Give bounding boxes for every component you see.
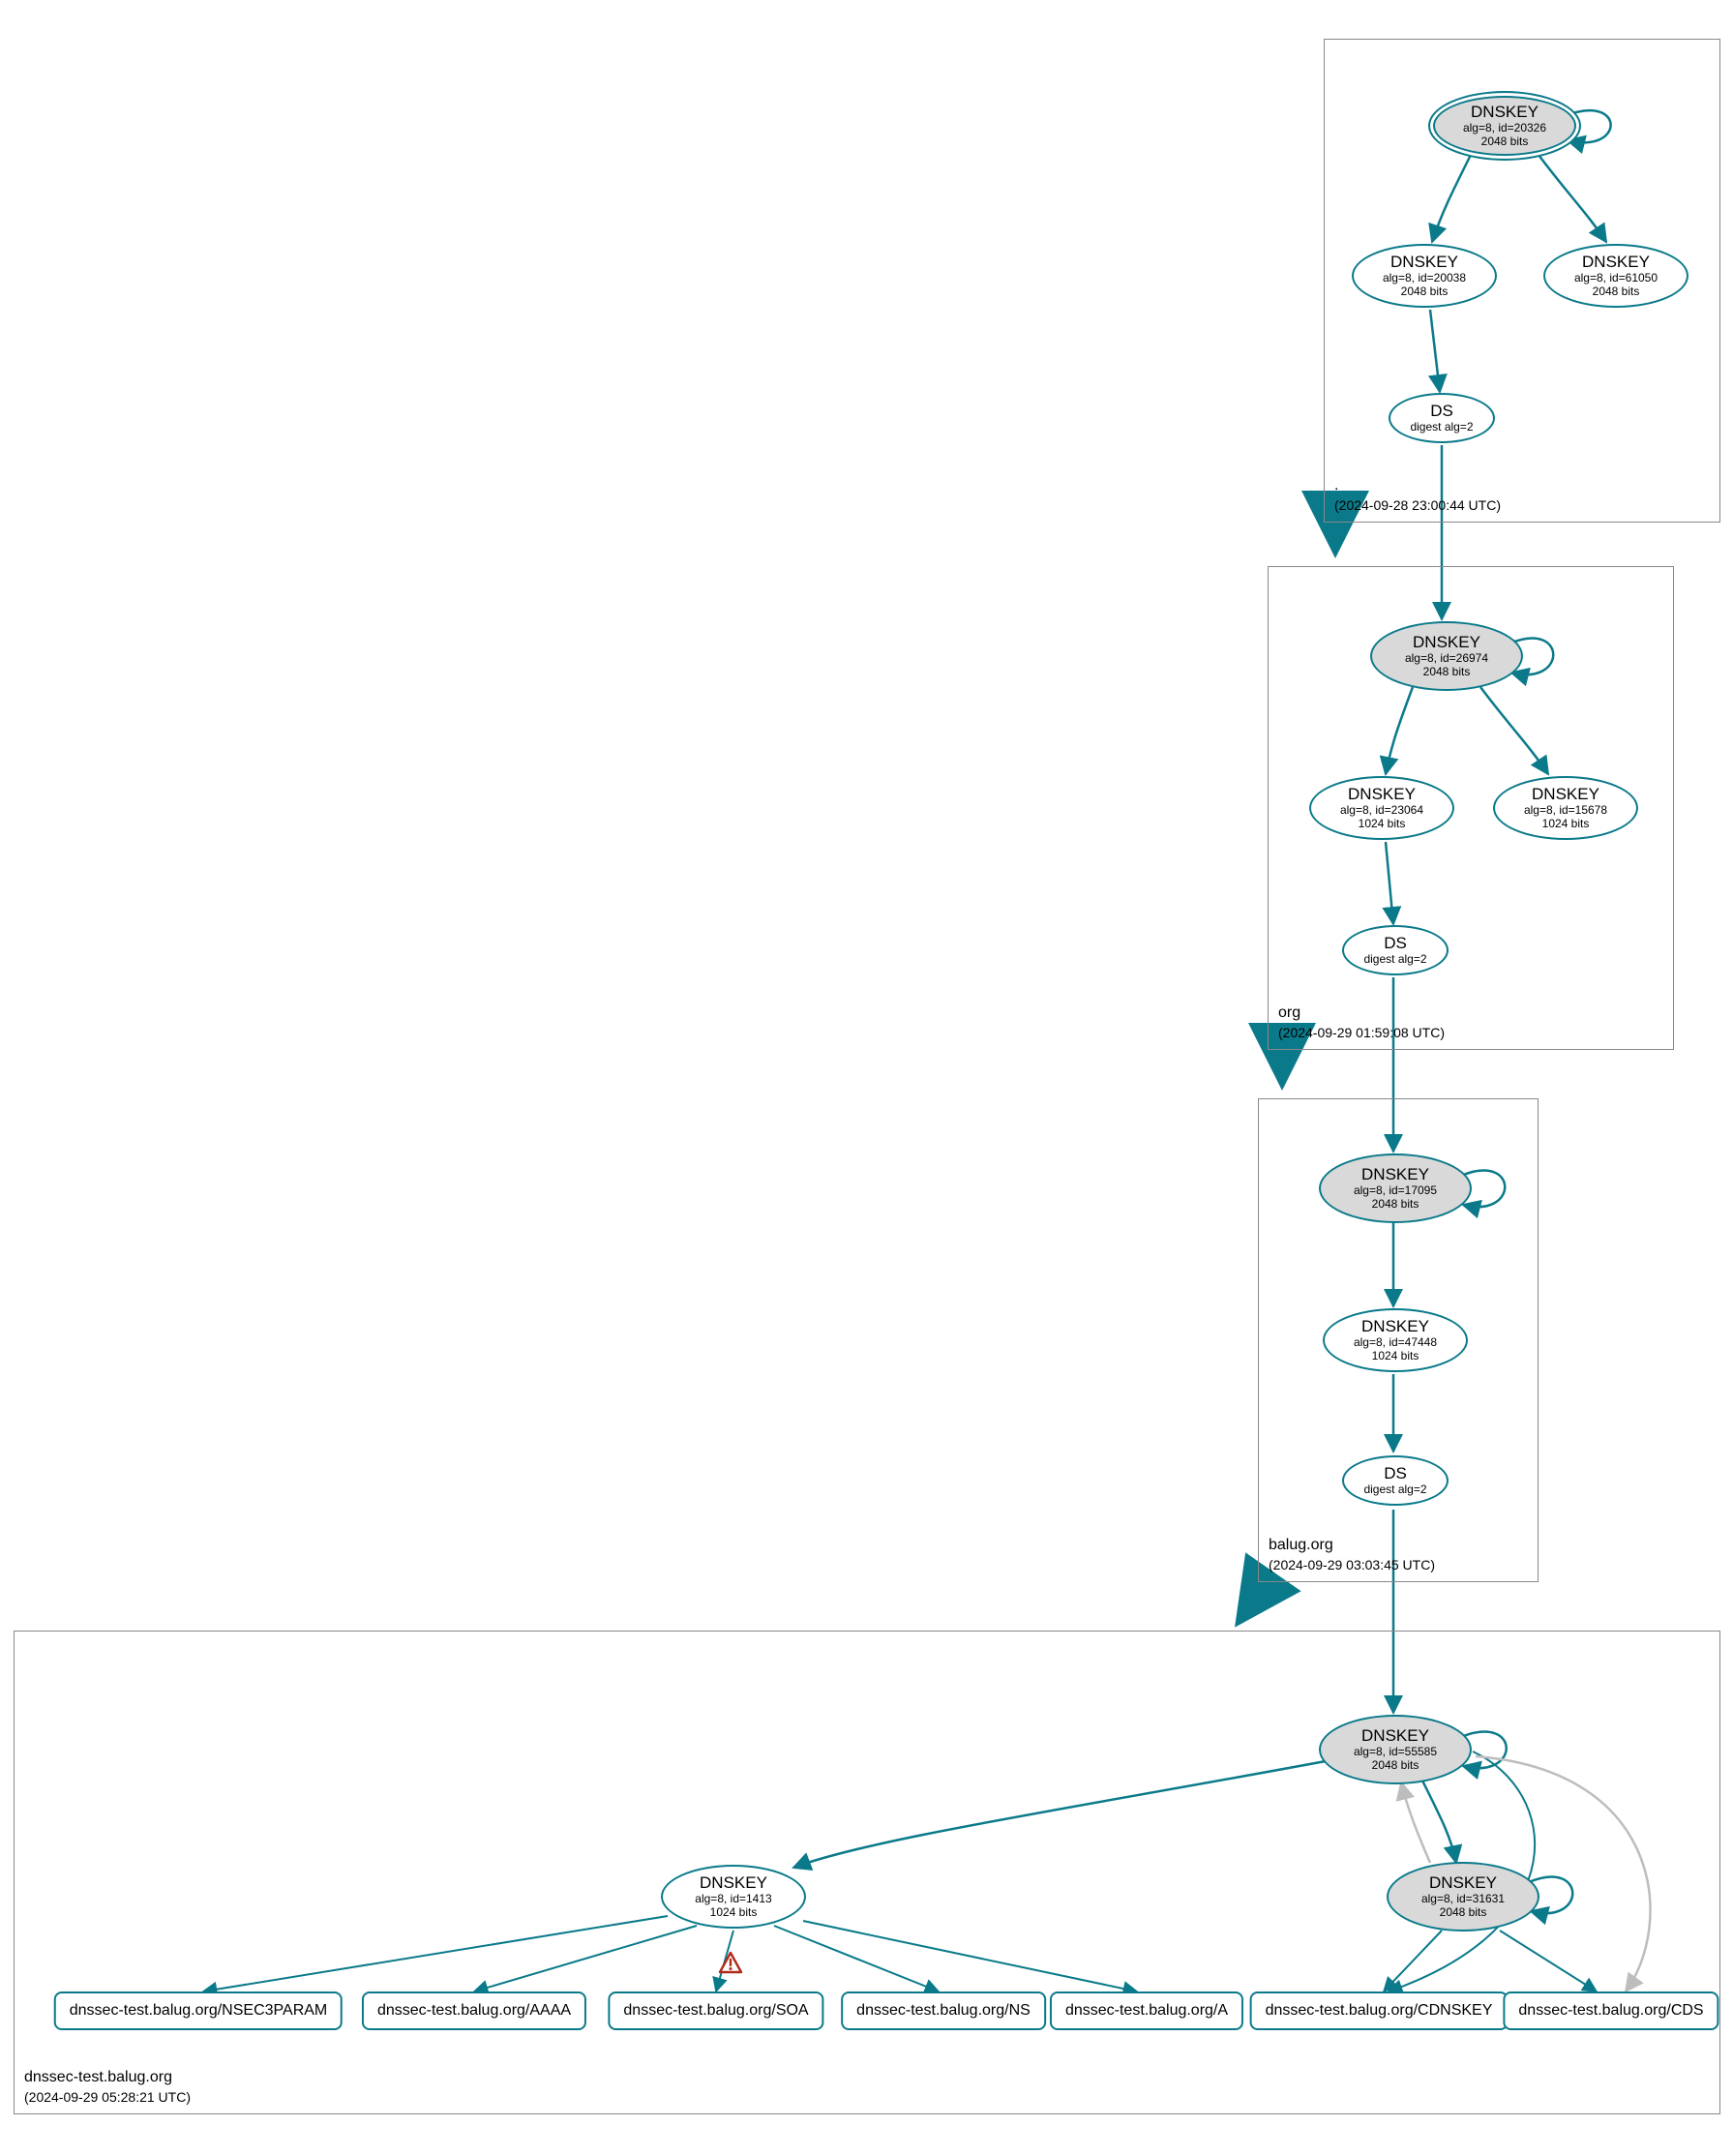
node-org-ds: DS digest alg=2: [1342, 925, 1449, 975]
zone-org-timestamp: (2024-09-29 01:59:08 UTC): [1278, 1024, 1445, 1041]
node-dt-zsk2: DNSKEY alg=8, id=31631 2048 bits: [1387, 1862, 1539, 1931]
record-ns: dnssec-test.balug.org/NS: [841, 1991, 1046, 2030]
node-dt-zsk: DNSKEY alg=8, id=1413 1024 bits: [661, 1865, 806, 1929]
zone-balug-name: balug.org: [1269, 1536, 1435, 1556]
node-root-ksk: DNSKEY alg=8, id=20326 2048 bits: [1428, 91, 1581, 161]
record-a: dnssec-test.balug.org/A: [1050, 1991, 1243, 2030]
node-balug-ds: DS digest alg=2: [1342, 1455, 1449, 1506]
node-org-ksk: DNSKEY alg=8, id=26974 2048 bits: [1370, 621, 1523, 691]
zone-org-label: org (2024-09-29 01:59:08 UTC): [1278, 1003, 1445, 1041]
zone-balug-label: balug.org (2024-09-29 03:03:45 UTC): [1269, 1536, 1435, 1573]
zone-org-name: org: [1278, 1003, 1445, 1024]
node-root-zsk1: DNSKEY alg=8, id=20038 2048 bits: [1352, 244, 1497, 308]
node-org-zsk1: DNSKEY alg=8, id=23064 1024 bits: [1309, 776, 1454, 840]
zone-root-label: . (2024-09-28 23:00:44 UTC): [1334, 476, 1501, 514]
record-cdnskey: dnssec-test.balug.org/CDNSKEY: [1250, 1991, 1509, 2030]
warning-icon: [718, 1951, 743, 1974]
record-aaaa: dnssec-test.balug.org/AAAA: [362, 1991, 586, 2030]
zone-dnssec-test-name: dnssec-test.balug.org: [24, 2068, 191, 2088]
zone-balug-timestamp: (2024-09-29 03:03:45 UTC): [1269, 1556, 1435, 1573]
zone-dnssec-test-label: dnssec-test.balug.org (2024-09-29 05:28:…: [24, 2068, 191, 2106]
record-cds: dnssec-test.balug.org/CDS: [1503, 1991, 1718, 2030]
node-root-zsk2: DNSKEY alg=8, id=61050 2048 bits: [1543, 244, 1688, 308]
zone-dnssec-test-timestamp: (2024-09-29 05:28:21 UTC): [24, 2088, 191, 2106]
zone-root-timestamp: (2024-09-28 23:00:44 UTC): [1334, 496, 1501, 514]
node-org-zsk2: DNSKEY alg=8, id=15678 1024 bits: [1493, 776, 1638, 840]
record-nsec3param: dnssec-test.balug.org/NSEC3PARAM: [54, 1991, 343, 2030]
node-balug-zsk: DNSKEY alg=8, id=47448 1024 bits: [1323, 1308, 1468, 1372]
node-root-ds: DS digest alg=2: [1389, 393, 1495, 443]
node-balug-ksk: DNSKEY alg=8, id=17095 2048 bits: [1319, 1153, 1472, 1223]
zone-root-name: .: [1334, 476, 1501, 496]
dnssec-chain-diagram: . (2024-09-28 23:00:44 UTC) org (2024-09…: [0, 0, 1733, 2156]
node-dt-ksk: DNSKEY alg=8, id=55585 2048 bits: [1319, 1715, 1472, 1784]
record-soa: dnssec-test.balug.org/SOA: [608, 1991, 823, 2030]
